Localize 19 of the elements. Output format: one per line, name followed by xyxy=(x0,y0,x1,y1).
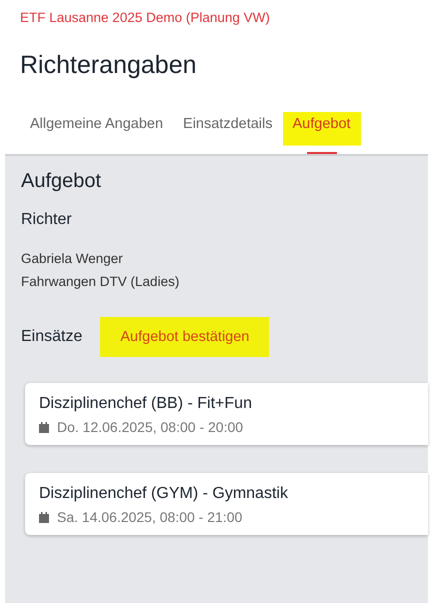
assignment-card[interactable]: Disziplinenchef (BB) - Fit+Fun Do. 12.06.2025, 08:00 - 20:00 xyxy=(25,383,428,445)
calendar-icon xyxy=(39,512,49,522)
assignment-title: Disziplinenchef (BB) - Fit+Fun xyxy=(39,395,252,413)
assignment-date: Sa. 14.06.2025, 08:00 - 21:00 xyxy=(57,509,242,525)
event-title: ETF Lausanne 2025 Demo (Planung VW) xyxy=(19,9,270,25)
confirm-button[interactable]: Aufgebot bestätigen xyxy=(100,317,270,357)
tab[interactable]: Allgemeine Angaben xyxy=(20,112,174,154)
assignment-title: Disziplinenchef (GYM) - Gymnastik xyxy=(39,485,288,503)
section-heading: Richter xyxy=(21,211,72,229)
assignment-date: Do. 12.06.2025, 08:00 - 20:00 xyxy=(57,419,244,435)
section-title: Aufgebot xyxy=(21,170,102,193)
assignment-card[interactable]: Disziplinenchef (GYM) - Gymnastik Sa. 14.06.2025, 08:00 - 21:00 xyxy=(25,473,428,535)
calendar-icon xyxy=(39,422,49,432)
tab[interactable]: Einsatzdetails xyxy=(173,112,282,154)
judge-name: Gabriela Wenger xyxy=(21,251,123,266)
judge-club: Fahrwangen DTV (Ladies) xyxy=(21,274,180,289)
tab[interactable]: Aufgebot xyxy=(282,112,361,154)
page-title: Richterangaben xyxy=(20,51,197,80)
section-heading: Einsätze xyxy=(21,328,82,346)
